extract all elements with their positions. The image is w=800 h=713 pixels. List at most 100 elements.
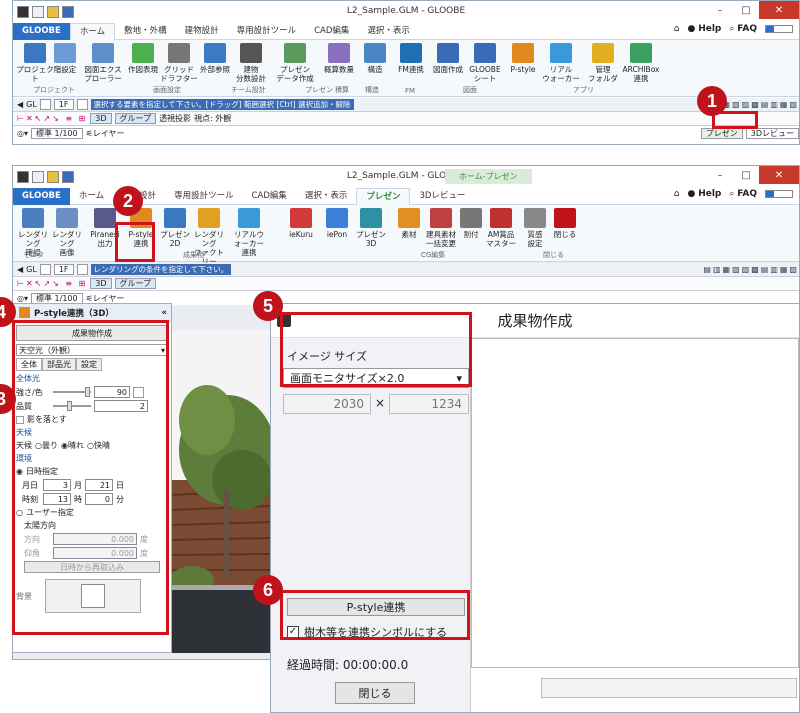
floor-select[interactable]: 1F [53, 99, 74, 110]
tab-5[interactable]: 選択・表示 [296, 188, 357, 205]
ribbon-label-15: 閉じる [553, 230, 577, 239]
warning-icon[interactable]: ⌂ [674, 189, 680, 199]
ribbon-icon-3 [132, 43, 154, 63]
home-icon[interactable] [76, 264, 88, 275]
ribbon-button-12[interactable]: GLOOBE シート [465, 43, 505, 83]
tab-4[interactable]: CAD編集 [243, 188, 296, 205]
ribbon-button-9[interactable]: 構造 [355, 43, 395, 74]
snap-icons[interactable]: ⊢✕↖↗↘ ≡ ⊞ [17, 279, 87, 288]
maximize-button[interactable]: □ [733, 166, 759, 184]
group-button[interactable]: グループ [114, 278, 157, 289]
tab-5[interactable]: CAD編集 [305, 23, 358, 40]
ribbon-button-4[interactable]: プレゼン 2D [157, 208, 193, 248]
help-link[interactable]: ● Help [687, 189, 721, 199]
tab-2[interactable]: 敷地・外構 [115, 23, 176, 40]
ribbon-button-16[interactable]: ARCHIBox 連携 [621, 43, 661, 83]
layer-button[interactable]: ⚟レイヤー [86, 293, 125, 304]
ribbon-icon-0 [24, 43, 46, 63]
ribbon-button-10[interactable]: FM連携 [391, 43, 431, 74]
context-tab-label: ホーム-プレゼン [445, 169, 532, 184]
ribbon-button-1[interactable]: 階設定 [45, 43, 85, 74]
minimize-button[interactable]: – [707, 166, 733, 184]
faq-link[interactable]: ⌕ FAQ [729, 24, 757, 34]
scale-select[interactable]: 標準 1/100 [31, 292, 83, 304]
ribbon-icon-14 [524, 208, 546, 228]
viewpoint-label[interactable]: 視点: 外観 [194, 113, 231, 124]
3d-view-canvas[interactable] [172, 330, 270, 653]
scale-icon[interactable]: ◎▾ [17, 129, 28, 138]
toolbar-icons[interactable]: ▤▥▦▧▨▩▤▥▦▧ [703, 265, 799, 274]
help-area: ⌂ ● Help ⌕ FAQ [674, 189, 793, 199]
status-hint: レンダリングの条件を指定して下さい。 [90, 264, 232, 275]
step-badge-2: 2 [113, 186, 143, 216]
home-icon[interactable] [76, 99, 88, 110]
layer-prev-icon[interactable]: ◀ [17, 265, 23, 274]
ribbon-icon-8 [326, 208, 348, 228]
close-window-button[interactable]: ✕ [759, 1, 799, 19]
collapse-icon[interactable]: « [162, 308, 172, 318]
ribbon-button-7[interactable]: ieKuru [283, 208, 319, 239]
gl-label[interactable]: GL [26, 100, 37, 109]
tab-4[interactable]: 専用設計ツール [228, 23, 306, 40]
ribbon-button-13[interactable]: P-style [503, 43, 543, 74]
ribbon-button-15[interactable]: 閉じる [547, 208, 583, 239]
ribbon-button-11[interactable]: 図面作成 [428, 43, 468, 74]
ribbon-button-2[interactable]: 図面エクス プローラー [83, 43, 123, 83]
ribbon-icon-11 [430, 208, 452, 228]
ribbon-button-13[interactable]: AM賞品 マスター [483, 208, 519, 248]
maximize-button[interactable]: □ [733, 1, 759, 19]
minimize-button[interactable]: – [707, 1, 733, 19]
ribbon-button-4[interactable]: グリッド ドラフター [159, 43, 199, 83]
warning-icon[interactable]: ⌂ [674, 24, 680, 34]
ribbon-button-1[interactable]: レンダリング 画像 [49, 208, 85, 257]
help-link[interactable]: ● Help [687, 24, 721, 34]
ribbon-button-14[interactable]: リアル ウォーカー [541, 43, 581, 83]
ribbon-button-6[interactable]: リアルウォーカー 連携 [231, 208, 267, 257]
ribbon-button-10[interactable]: 素材 [391, 208, 427, 239]
tab-3d-review[interactable]: 3Dレビュー [745, 127, 799, 139]
floor-up-icon[interactable] [39, 264, 51, 275]
ribbon-button-5[interactable]: 外部参照 [195, 43, 235, 74]
help-area: ⌂ ● Help ⌕ FAQ [674, 24, 793, 34]
floor-select[interactable]: 1F [53, 264, 74, 275]
tab-3[interactable]: 専用設計ツール [165, 188, 243, 205]
scale-select[interactable]: 標準 1/100 [31, 127, 83, 139]
tab-1[interactable]: ホーム [69, 22, 116, 40]
snap-icons[interactable]: ⊢✕↖↗↘ ≡ ⊞ [17, 114, 87, 123]
tab-7[interactable]: 3Dレビュー [410, 188, 474, 205]
window-controls: – □ ✕ [707, 166, 799, 184]
ribbon-button-3[interactable]: 作図表現 [123, 43, 163, 74]
tab-0[interactable]: GLOOBE [13, 187, 70, 205]
view-3d-button[interactable]: 3D [90, 113, 112, 124]
ribbon-icon-7 [290, 208, 312, 228]
ribbon-button-15[interactable]: 管理 フォルダ [583, 43, 623, 83]
tab-6[interactable]: 選択・表示 [358, 23, 419, 40]
ribbon-icon-13 [490, 208, 512, 228]
tab-6[interactable]: プレゼン [356, 187, 411, 205]
ribbon-button-8[interactable]: 概算数量 [319, 43, 359, 74]
gl-label[interactable]: GL [26, 265, 37, 274]
ribbon-button-6[interactable]: 建物 分数設計 [231, 43, 271, 83]
ribbon-button-7[interactable]: プレゼン データ作成 [275, 43, 315, 83]
close-window-button[interactable]: ✕ [759, 166, 799, 184]
faq-link[interactable]: ⌕ FAQ [729, 189, 757, 199]
layer-button[interactable]: ⚟レイヤー [86, 128, 125, 139]
floor-up-icon[interactable] [39, 99, 51, 110]
width-input[interactable]: 2030 [283, 394, 371, 414]
scale-icon[interactable]: ◎▾ [17, 294, 28, 303]
step-badge-6: 6 [253, 575, 283, 605]
height-input[interactable]: 1234 [389, 394, 469, 414]
elapsed-time: 経過時間: 00:00:00.0 [287, 658, 409, 672]
tab-3[interactable]: 建物設計 [176, 23, 228, 40]
tab-0[interactable]: GLOOBE [13, 22, 70, 40]
view-3d-button[interactable]: 3D [90, 278, 112, 289]
ribbon-button-9[interactable]: プレゼン 3D [353, 208, 389, 248]
ribbon-button-8[interactable]: iePon [319, 208, 355, 239]
ribbon-label-1: 階設定 [53, 65, 77, 74]
close-dialog-button[interactable]: 閉じる [335, 682, 415, 704]
tab-present-view[interactable]: プレゼン [700, 127, 743, 139]
perspective-label[interactable]: 透視投影 [159, 113, 191, 124]
group-button[interactable]: グループ [114, 113, 157, 124]
tab-1[interactable]: ホーム [70, 188, 113, 205]
layer-prev-icon[interactable]: ◀ [17, 100, 23, 109]
